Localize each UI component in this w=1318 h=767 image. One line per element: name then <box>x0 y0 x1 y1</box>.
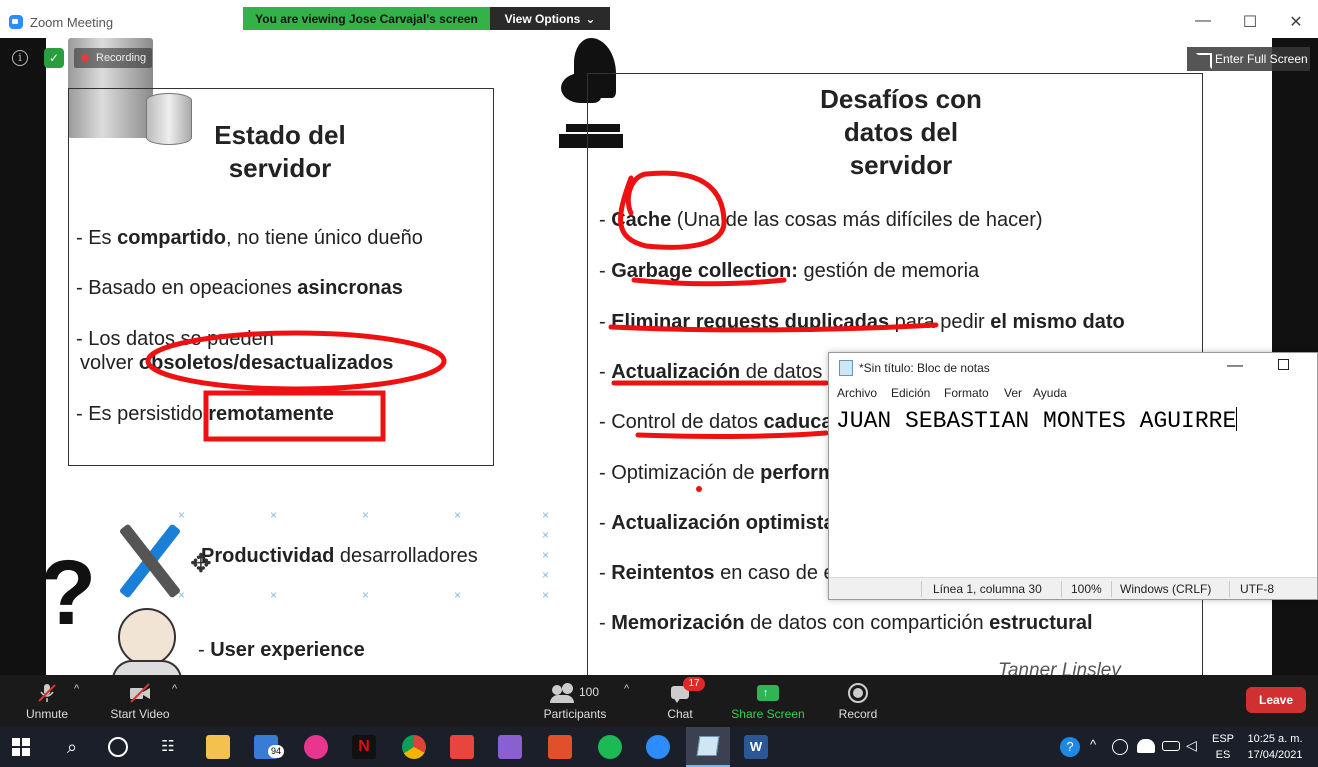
menu-edicion[interactable]: Edición <box>891 386 930 400</box>
participants-icon: 100 <box>550 683 600 703</box>
notepad-taskbar-icon[interactable] <box>686 727 730 767</box>
audio-options-caret[interactable]: ^ <box>74 683 79 695</box>
unmute-button[interactable]: Unmute <box>16 675 78 727</box>
participants-label: Participants <box>543 707 607 721</box>
itunes-icon[interactable] <box>304 735 328 759</box>
tray-chevron-up-icon[interactable]: ^ <box>1090 737 1106 761</box>
spotify-icon[interactable] <box>598 735 622 759</box>
chat-badge: 17 <box>683 677 705 691</box>
start-video-button[interactable]: Start Video <box>102 675 178 727</box>
chat-label: Chat <box>667 707 693 721</box>
file-explorer-icon[interactable] <box>206 735 230 759</box>
input-language[interactable]: ESP ES <box>1212 731 1234 763</box>
participants-count: 100 <box>579 685 600 699</box>
viewing-banner: You are viewing Jose Carvajal's screen <box>243 7 490 30</box>
netflix-icon[interactable]: N <box>352 735 376 759</box>
start-video-label: Start Video <box>110 707 170 721</box>
task-view-icon[interactable]: ☷ <box>156 735 180 759</box>
view-options-button[interactable]: View Options ⌄ <box>490 7 610 30</box>
visual-studio-icon[interactable] <box>498 735 522 759</box>
annotation-underline <box>635 430 829 439</box>
text-caret <box>1236 407 1238 431</box>
record-icon <box>847 683 869 703</box>
view-options-label: View Options <box>504 11 581 26</box>
status-divider <box>1229 581 1230 597</box>
notepad-window[interactable]: *Sin título: Bloc de notas — Archivo Edi… <box>828 352 1318 600</box>
windows-start-icon[interactable] <box>12 738 30 756</box>
annotation-underline <box>631 277 787 287</box>
meeting-toolbar: Unmute ^ Start Video ^ 100 Participants … <box>0 675 1318 727</box>
cloud-tray-icon[interactable] <box>1137 739 1155 753</box>
zoom-taskbar-icon[interactable] <box>646 735 670 759</box>
video-options-caret[interactable]: ^ <box>172 683 177 695</box>
language-code: ESP <box>1212 733 1235 745</box>
notepad-status-bar: Línea 1, columna 30 100% Windows (CRLF) … <box>829 577 1317 599</box>
participants-caret[interactable]: ^ <box>624 683 629 695</box>
participants-button[interactable]: 100 Participants <box>538 675 612 727</box>
record-button[interactable]: Record <box>832 675 884 727</box>
office-icon[interactable] <box>548 735 572 759</box>
cortana-icon[interactable] <box>108 737 128 757</box>
webcam-tray-icon[interactable] <box>1112 739 1128 755</box>
mail-icon[interactable]: 94 <box>254 735 285 759</box>
notepad-icon <box>839 360 853 376</box>
volume-icon[interactable]: ◁ <box>1186 737 1202 761</box>
notepad-content: JUAN SEBASTIAN MONTES AGUIRRE <box>836 408 1237 434</box>
close-button[interactable]: ✕ <box>1281 12 1311 32</box>
status-encoding: UTF-8 <box>1240 582 1274 596</box>
recording-badge: Recording <box>74 48 153 68</box>
video-camera-muted-icon <box>130 683 150 703</box>
share-screen-icon: ↑ <box>757 683 779 703</box>
annotation-ellipse <box>145 330 447 392</box>
status-divider <box>1061 581 1062 597</box>
chrome-icon[interactable] <box>402 735 426 759</box>
menu-archivo[interactable]: Archivo <box>837 386 877 400</box>
status-line-ending: Windows (CRLF) <box>1120 582 1212 596</box>
search-icon[interactable]: ⌕ <box>60 735 84 759</box>
help-icon[interactable]: ? <box>1060 737 1080 757</box>
clock-date: 17/04/2021 <box>1247 749 1303 761</box>
notepad-title: *Sin título: Bloc de notas <box>859 361 990 375</box>
status-position: Línea 1, columna 30 <box>933 582 1042 596</box>
menu-ayuda[interactable]: Ayuda <box>1033 386 1067 400</box>
leave-button[interactable]: Leave <box>1246 687 1306 713</box>
clock-time: 10:25 a. m. <box>1247 733 1303 745</box>
mail-badge: 94 <box>268 745 285 758</box>
notepad-maximize-button[interactable] <box>1278 359 1289 370</box>
status-divider <box>1111 581 1112 597</box>
zoom-logo-icon <box>9 15 23 29</box>
info-icon[interactable]: i <box>12 50 28 66</box>
share-screen-label: Share Screen <box>731 707 805 721</box>
chevron-down-icon: ⌄ <box>585 11 596 26</box>
status-divider <box>921 581 922 597</box>
annotation-dot <box>696 486 702 492</box>
annotation-underline <box>608 322 939 333</box>
minimize-button[interactable]: — <box>1188 12 1218 32</box>
clock[interactable]: 10:25 a. m. 17/04/2021 <box>1244 731 1306 763</box>
annotation-rectangle <box>203 390 386 442</box>
keyboard-code: ES <box>1215 749 1231 761</box>
enter-full-screen-button[interactable]: Enter Full Screen <box>1187 47 1310 71</box>
notepad-minimize-button[interactable]: — <box>1227 357 1243 375</box>
annotation-cache-circle <box>618 170 727 250</box>
chat-button[interactable]: 17 Chat <box>658 675 705 727</box>
word-icon[interactable]: W <box>744 735 768 759</box>
menu-ver[interactable]: Ver <box>1004 386 1022 400</box>
microphone-muted-icon <box>38 684 56 702</box>
battery-icon[interactable] <box>1162 741 1180 751</box>
maximize-button[interactable]: ☐ <box>1235 12 1265 32</box>
share-screen-button[interactable]: ↑ Share Screen <box>728 675 808 727</box>
title-bar: Zoom Meeting You are viewing Jose Carvaj… <box>0 0 1318 38</box>
shield-icon[interactable]: ✓ <box>44 48 64 68</box>
menu-formato[interactable]: Formato <box>944 386 989 400</box>
unmute-label: Unmute <box>25 707 69 721</box>
status-zoom: 100% <box>1071 582 1102 596</box>
window-title: Zoom Meeting <box>30 15 114 30</box>
notepad-text-area[interactable]: JUAN SEBASTIAN MONTES AGUIRRE <box>836 407 1238 434</box>
windows-taskbar: ⌕ ☷ 94 N W ? ^ ◁ ESP ES 10:25 a. m. 17/0… <box>0 727 1318 767</box>
record-label: Record <box>838 707 878 721</box>
chat-icon: 17 <box>669 677 705 703</box>
anydesk-icon[interactable] <box>450 735 474 759</box>
